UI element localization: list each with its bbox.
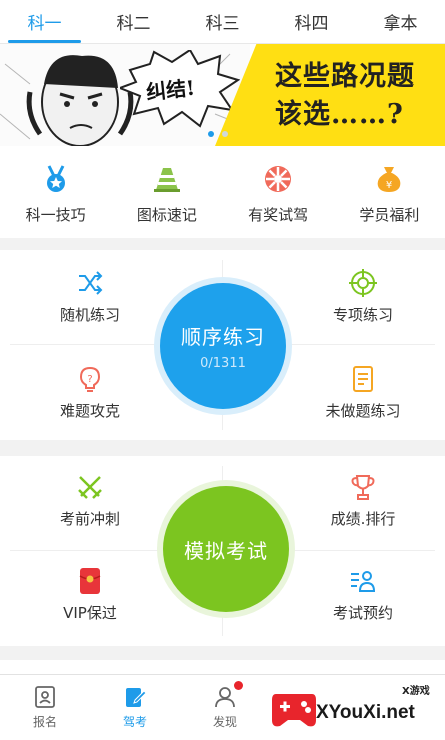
medal-icon xyxy=(46,165,65,192)
tab-subject-4[interactable]: 科四 xyxy=(267,0,356,43)
traffic-cone-icon xyxy=(153,168,180,192)
sequential-practice-button[interactable]: 顺序练习 0/1311 xyxy=(160,283,286,409)
sequential-practice-title: 顺序练习 xyxy=(181,325,265,349)
carousel-dot xyxy=(222,131,228,137)
svg-text:?: ? xyxy=(87,374,92,385)
quick-item-benefits[interactable]: ¥ 学员福利 xyxy=(334,146,445,238)
random-practice-button[interactable]: 随机练习 xyxy=(5,268,175,348)
target-icon xyxy=(349,269,377,297)
person-icon xyxy=(215,687,235,708)
notification-dot xyxy=(234,681,243,690)
undone-practice-button[interactable]: 未做题练习 xyxy=(278,364,445,444)
quick-item-test-drive[interactable]: 有奖试驾 xyxy=(223,146,334,238)
headline-line-2: 该选……? xyxy=(275,99,404,130)
nav-driving-test[interactable]: 驾考 xyxy=(90,675,180,740)
tab-get-license[interactable]: 拿本 xyxy=(356,0,445,43)
user-list-icon xyxy=(351,571,376,592)
edit-doc-icon xyxy=(126,688,147,707)
lightbulb-icon: ? xyxy=(79,366,101,392)
nav-label: 驾考 xyxy=(122,715,147,729)
headline-line-1: 这些路况题 xyxy=(275,61,415,92)
watermark-small-text: X游戏 xyxy=(402,686,430,697)
crossed-swords-icon xyxy=(78,476,102,499)
quick-label: 学员福利 xyxy=(359,206,420,224)
watermark-text: XYouXi.net xyxy=(316,702,415,723)
hard-questions-button[interactable]: ? 难题攻克 xyxy=(5,364,175,444)
vip-pass-button[interactable]: VIP保过 xyxy=(5,566,175,646)
quick-label: 图标速记 xyxy=(136,206,197,224)
cell-label: VIP保过 xyxy=(63,604,117,622)
special-practice-button[interactable]: 专项练习 xyxy=(278,268,445,348)
quick-item-tips[interactable]: 科一技巧 xyxy=(0,146,111,238)
quick-item-signs[interactable]: 图标速记 xyxy=(111,146,222,238)
cell-label: 未做题练习 xyxy=(325,402,401,420)
id-card-icon xyxy=(35,686,55,708)
nav-label: 发现 xyxy=(212,715,237,729)
cell-label: 成绩.排行 xyxy=(330,510,396,528)
money-bag-icon: ¥ xyxy=(378,167,401,192)
exam-booking-button[interactable]: 考试预约 xyxy=(278,566,445,646)
nav-signup[interactable]: 报名 xyxy=(0,675,90,740)
nav-label: 报名 xyxy=(32,715,57,729)
tab-subject-3[interactable]: 科三 xyxy=(178,0,267,43)
mock-exam-title: 模拟考试 xyxy=(184,538,268,563)
quick-label: 科一技巧 xyxy=(25,206,86,224)
burst-text: 纠结! xyxy=(145,75,197,105)
cell-label: 考试预约 xyxy=(332,604,393,622)
wheel-icon xyxy=(265,166,292,192)
cell-label: 考前冲刺 xyxy=(59,510,120,528)
notepad-icon xyxy=(353,366,373,392)
cell-label: 专项练习 xyxy=(332,306,393,324)
red-envelope-icon xyxy=(79,568,101,594)
quick-entry-row: 科一技巧 图标速记 有奖试驾 ¥ 学员福利 xyxy=(0,146,445,238)
carousel-dots xyxy=(208,131,228,137)
svg-text:¥: ¥ xyxy=(386,180,392,191)
quick-label: 有奖试驾 xyxy=(248,206,309,224)
banner-headline: 这些路况题 该选……? xyxy=(275,58,415,134)
sequential-progress: 0/1311 xyxy=(200,356,246,371)
ranking-button[interactable]: 成绩.排行 xyxy=(278,472,445,552)
pre-exam-sprint-button[interactable]: 考前冲刺 xyxy=(5,472,175,552)
cell-label: 难题攻克 xyxy=(59,402,120,420)
subject-tabs: 科一 科二 科三 科四 拿本 xyxy=(0,0,445,44)
trophy-icon xyxy=(351,475,375,500)
nav-discover[interactable]: 发现 xyxy=(180,675,270,740)
mock-exam-button[interactable]: 模拟考试 xyxy=(163,486,289,612)
tab-subject-2[interactable]: 科二 xyxy=(89,0,178,43)
next-section-peek xyxy=(0,660,445,674)
shuffle-icon xyxy=(79,271,103,295)
carousel-dot-active xyxy=(208,131,214,137)
tab-subject-1[interactable]: 科一 xyxy=(0,0,89,43)
cell-label: 随机练习 xyxy=(59,306,120,324)
